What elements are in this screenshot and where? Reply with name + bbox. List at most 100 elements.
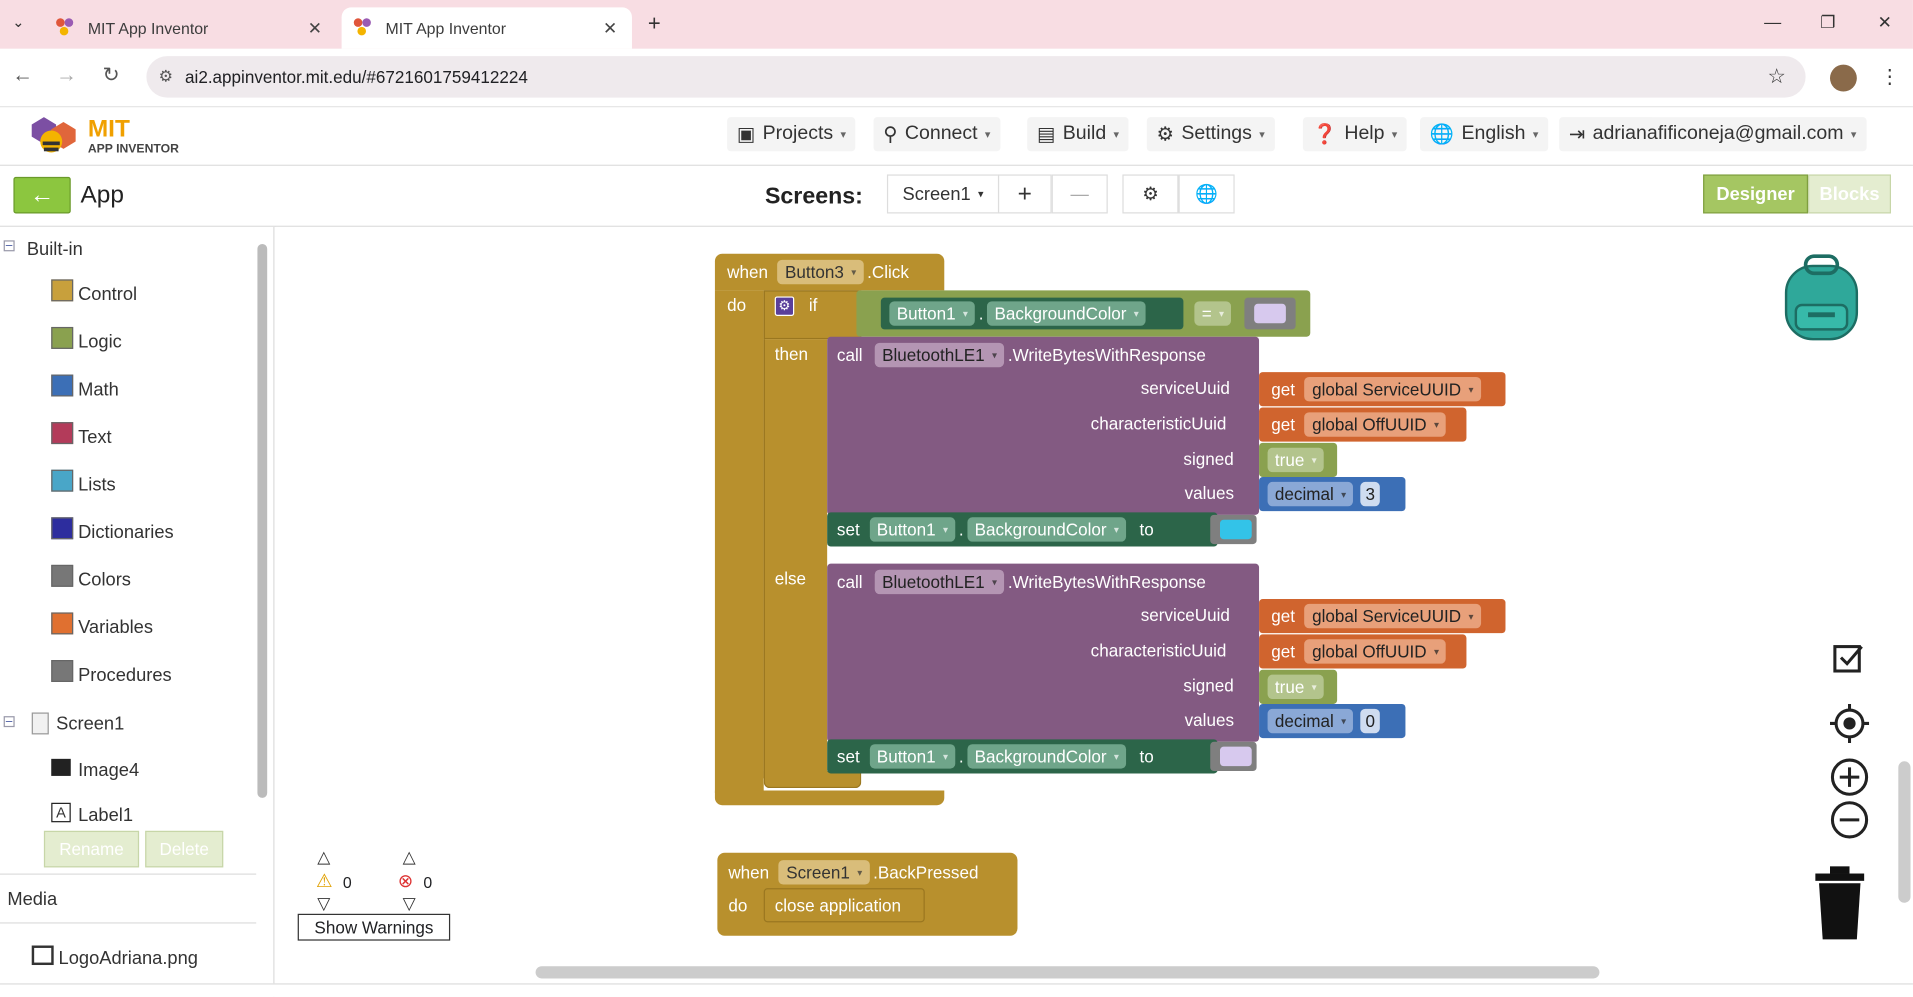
property-dropdown[interactable]: BackgroundColor ▾ (987, 301, 1147, 326)
sidebar-scrollbar[interactable] (257, 244, 268, 798)
get-service-uuid-block[interactable]: get global ServiceUUID ▾ (1259, 372, 1506, 407)
url-field[interactable]: ⚙ ai2.appinventor.mit.edu/#6721601759412… (146, 56, 1806, 98)
screen-select[interactable]: Screen1 ▾ (886, 174, 1000, 214)
minimize-icon[interactable]: — (1764, 12, 1781, 32)
category-control[interactable]: Control (51, 278, 137, 305)
help-menu[interactable]: ❓ Help ▾ (1302, 117, 1408, 152)
mutator-gear-icon[interactable]: ⚙ (774, 296, 795, 316)
category-math[interactable]: Math (51, 373, 119, 400)
collapse-builtin-icon[interactable]: − (3, 240, 15, 253)
show-warnings-button[interactable]: Show Warnings (297, 913, 451, 941)
category-procedures[interactable]: Procedures (51, 659, 172, 686)
color-block-lavender[interactable] (1210, 741, 1257, 772)
blocks-button[interactable]: Blocks (1808, 174, 1891, 214)
zoom-out-icon[interactable] (1829, 799, 1870, 840)
tab-list-chevron-icon[interactable]: ⌄ (12, 13, 24, 30)
variable-dropdown[interactable]: global ServiceUUID ▾ (1304, 603, 1481, 629)
connect-menu[interactable]: ⚲ Connect ▾ (873, 117, 1001, 152)
close-tab-icon[interactable]: ✕ (308, 18, 322, 39)
component-dropdown[interactable]: Screen1 ▾ (778, 860, 870, 885)
blocks-workspace[interactable]: when Button3 ▾ .Click do ⚙ if then else B… (275, 226, 1913, 984)
tree-image4[interactable]: Image4 (51, 758, 139, 781)
variable-dropdown[interactable]: global ServiceUUID ▾ (1304, 376, 1481, 402)
category-dictionaries[interactable]: Dictionaries (51, 516, 174, 543)
restore-icon[interactable]: ❐ (1820, 12, 1835, 33)
get-off-uuid-block[interactable]: get global OffUUID ▾ (1259, 634, 1467, 669)
close-application-block[interactable]: close application (763, 888, 925, 923)
property-dropdown[interactable]: BackgroundColor ▾ (967, 744, 1127, 769)
back-to-projects-button[interactable]: ← (13, 176, 71, 214)
recenter-icon[interactable] (1829, 703, 1870, 744)
browser-tab-2[interactable]: MIT App Inventor ✕ (341, 7, 632, 49)
reload-icon[interactable]: ↻ (102, 63, 119, 87)
browser-menu-icon[interactable]: ⋮ (1880, 65, 1900, 89)
number-field[interactable]: 0 (1360, 708, 1380, 734)
component-dropdown[interactable]: Button1 ▾ (869, 517, 956, 542)
mit-app-inventor-logo[interactable]: MIT APP INVENTOR (27, 112, 186, 161)
settings-menu[interactable]: ⚙ Settings ▾ (1146, 117, 1275, 152)
bookmark-star-icon[interactable]: ☆ (1767, 65, 1786, 89)
forward-icon[interactable]: → (56, 63, 77, 87)
publish-button[interactable]: 🌐 (1178, 174, 1235, 214)
category-lists[interactable]: Lists (51, 469, 116, 495)
site-info-icon[interactable]: ⚙ (159, 67, 173, 87)
tree-screen1[interactable]: Screen1 (31, 712, 124, 735)
decimal-dropdown[interactable]: decimal ▾ (1267, 481, 1354, 507)
delete-button[interactable]: Delete (145, 830, 224, 868)
profile-avatar[interactable] (1830, 64, 1857, 92)
backpack-icon[interactable] (1779, 254, 1864, 344)
decimal-dropdown[interactable]: decimal ▾ (1267, 708, 1354, 734)
property-dropdown[interactable]: BackgroundColor ▾ (967, 517, 1127, 542)
number-field[interactable]: 3 (1360, 481, 1380, 507)
category-text[interactable]: Text (51, 421, 112, 448)
remove-screen-button[interactable]: — (1051, 174, 1108, 214)
horizontal-scrollbar[interactable] (535, 966, 1600, 979)
decimal-block[interactable]: decimal ▾ 0 (1259, 703, 1406, 739)
trash-icon[interactable] (1813, 866, 1867, 942)
boolean-dropdown[interactable]: true ▾ (1267, 447, 1324, 473)
add-screen-button[interactable]: + (997, 174, 1052, 214)
get-off-uuid-block[interactable]: get global OffUUID ▾ (1259, 407, 1467, 442)
next-error-icon[interactable]: ▽ (403, 893, 416, 914)
true-block[interactable]: true ▾ (1259, 669, 1338, 704)
category-logic[interactable]: Logic (51, 326, 122, 353)
set-button1-bgcolor-1[interactable]: set Button1 ▾ . BackgroundColor ▾ to (827, 512, 1218, 547)
builtin-label[interactable]: Built-in (27, 239, 83, 260)
color-block-cyan[interactable] (1210, 514, 1257, 545)
color-block-lavender[interactable] (1244, 297, 1296, 330)
component-dropdown[interactable]: BluetoothLE1 ▾ (874, 342, 1005, 368)
vertical-scrollbar[interactable] (1898, 761, 1911, 903)
cleanup-checkbox-icon[interactable] (1831, 639, 1868, 676)
zoom-in-icon[interactable] (1829, 756, 1870, 797)
set-button1-bgcolor-2[interactable]: set Button1 ▾ . BackgroundColor ▾ to (827, 739, 1218, 774)
account-menu[interactable]: ⇥ adrianafificoneja@gmail.com ▾ (1559, 117, 1867, 152)
operator-dropdown[interactable]: = ▾ (1194, 301, 1232, 326)
decimal-block[interactable]: decimal ▾ 3 (1259, 477, 1406, 512)
tree-label1[interactable]: A Label1 (51, 802, 133, 826)
designer-button[interactable]: Designer (1703, 174, 1809, 214)
new-tab-icon[interactable]: + (648, 11, 661, 37)
prev-error-icon[interactable]: △ (403, 847, 416, 868)
variable-dropdown[interactable]: global OffUUID ▾ (1304, 412, 1447, 437)
component-dropdown[interactable]: BluetoothLE1 ▾ (874, 569, 1005, 595)
browser-tab-1[interactable]: MIT App Inventor ✕ (44, 7, 337, 48)
language-menu[interactable]: 🌐 English ▾ (1420, 117, 1549, 152)
get-service-uuid-block[interactable]: get global ServiceUUID ▾ (1259, 599, 1506, 634)
component-dropdown[interactable]: Button1 ▾ (889, 301, 976, 326)
close-tab-icon[interactable]: ✕ (603, 18, 617, 39)
true-block[interactable]: true ▾ (1259, 442, 1338, 478)
component-dropdown[interactable]: Button3 ▾ (777, 259, 864, 285)
rename-button[interactable]: Rename (43, 830, 140, 868)
component-dropdown[interactable]: Button1 ▾ (869, 744, 956, 769)
close-window-icon[interactable]: ✕ (1878, 12, 1892, 33)
build-menu[interactable]: ▤ Build ▾ (1027, 117, 1129, 152)
back-icon[interactable]: ← (12, 63, 33, 87)
category-colors[interactable]: Colors (51, 564, 131, 590)
category-variables[interactable]: Variables (51, 611, 153, 638)
collapse-screen-icon[interactable]: − (3, 716, 15, 729)
projects-menu[interactable]: ▣ Projects ▾ (727, 117, 856, 152)
media-file-item[interactable]: LogoAdriana.png (31, 944, 198, 969)
next-warning-icon[interactable]: ▽ (317, 893, 330, 914)
project-properties-button[interactable]: ⚙ (1122, 174, 1179, 214)
variable-dropdown[interactable]: global OffUUID ▾ (1304, 639, 1447, 664)
